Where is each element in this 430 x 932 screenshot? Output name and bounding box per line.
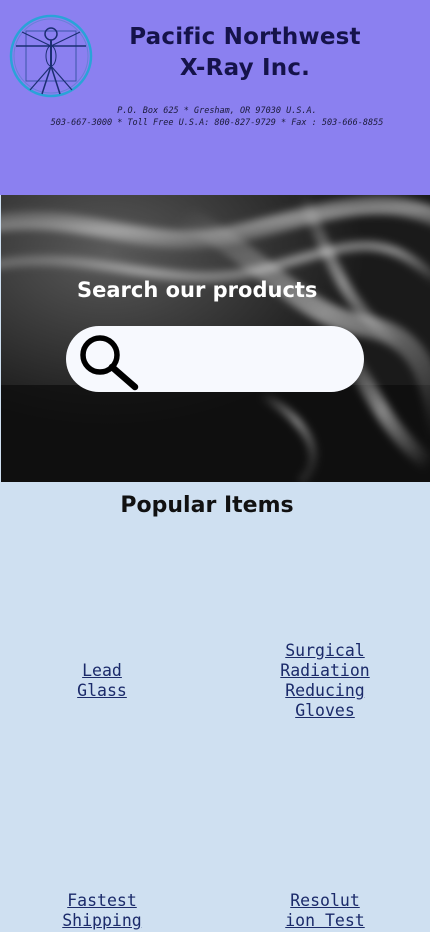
item-label-line: Resolut xyxy=(290,891,360,910)
company-address: P.O. Box 625 * Gresham, OR 97030 U.S.A. … xyxy=(0,106,430,129)
search-input[interactable] xyxy=(148,340,352,380)
item-label-line: Radiation xyxy=(280,661,370,680)
item-label-line: Glass xyxy=(77,681,127,700)
popular-item-surgical-gloves[interactable]: Surgical Radiation Reducing Gloves xyxy=(268,641,382,721)
search-heading: Search our products xyxy=(77,278,318,302)
search-hero: Search our products xyxy=(1,195,430,482)
search-bar[interactable] xyxy=(66,326,364,392)
item-label-line: Lead xyxy=(82,661,122,680)
address-line: P.O. Box 625 * Gresham, OR 97030 U.S.A. xyxy=(117,106,317,116)
site-header: Pacific Northwest X-Ray Inc. P.O. Box 62… xyxy=(0,0,430,195)
vitruvian-man-logo[interactable] xyxy=(8,14,94,98)
company-name: Pacific Northwest X-Ray Inc. xyxy=(100,22,390,84)
item-label-line: Reducing xyxy=(285,681,365,700)
contact-numbers-line: 503-667-3000 * Toll Free U.S.A: 800-827-… xyxy=(50,117,384,128)
item-label-line: ion Test xyxy=(285,911,365,930)
item-label-line: Fastest xyxy=(67,891,137,910)
company-name-line2: X-Ray Inc. xyxy=(179,55,311,81)
popular-item-resolution-test[interactable]: Resolut ion Test xyxy=(273,891,377,931)
popular-item-lead-glass[interactable]: Lead Glass xyxy=(60,661,144,701)
item-label-line: Gloves xyxy=(295,701,355,720)
company-name-line1: Pacific Northwest xyxy=(129,24,361,50)
popular-item-fastest-shipping[interactable]: Fastest Shipping xyxy=(50,891,154,931)
item-label-line: Surgical xyxy=(285,641,365,660)
item-label-line: Shipping xyxy=(62,911,142,930)
popular-items-heading: Popular Items xyxy=(120,493,294,518)
magnifying-glass-icon[interactable] xyxy=(75,332,141,392)
